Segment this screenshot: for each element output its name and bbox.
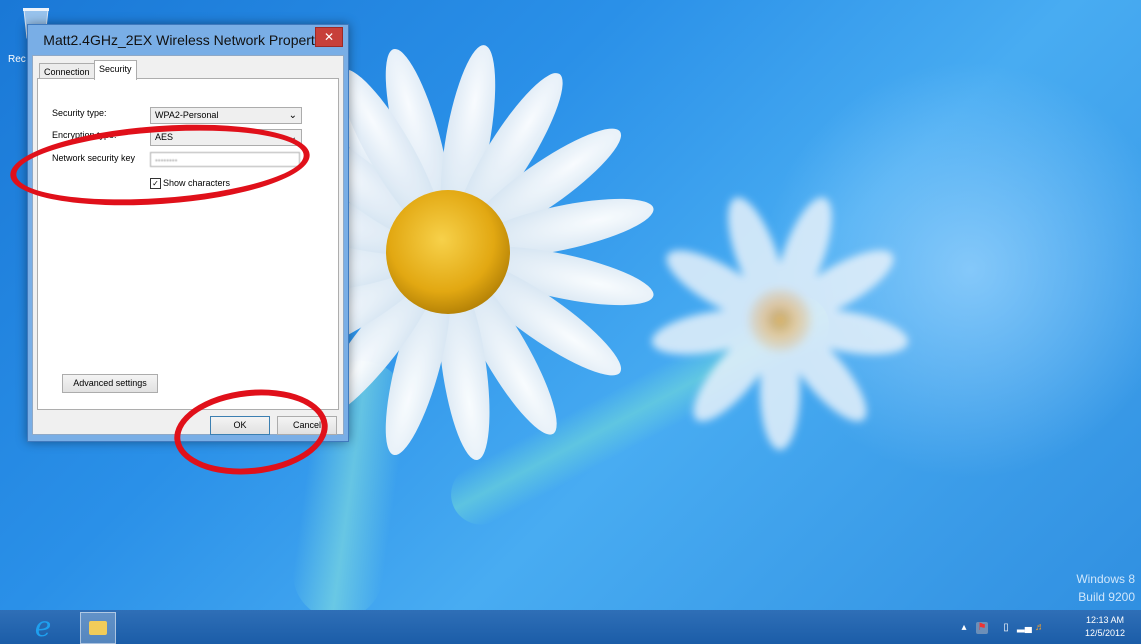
network-key-field[interactable]: •••••••• <box>150 152 300 167</box>
security-type-value: WPA2-Personal <box>155 110 219 120</box>
encryption-type-label: Encryption type: <box>52 130 117 140</box>
encryption-type-select[interactable]: AES ⌄ <box>150 129 302 146</box>
ok-button[interactable]: OK <box>210 416 270 435</box>
security-tab-panel: Security type: WPA2-Personal ⌄ Encryptio… <box>37 78 339 410</box>
volume-muted-icon[interactable]: ♬ <box>1034 622 1046 634</box>
watermark-line2: Build 9200 <box>1078 590 1135 604</box>
network-key-label: Network security key <box>52 153 136 163</box>
chevron-down-icon: ⌄ <box>288 110 297 121</box>
show-characters-checkbox[interactable]: ✓ Show characters <box>150 178 231 190</box>
wireless-properties-dialog: Matt2.4GHz_2EX Wireless Network Properti… <box>27 24 349 442</box>
close-button[interactable]: ✕ <box>315 27 343 47</box>
action-center-flag-icon[interactable]: ⚑ <box>976 622 988 634</box>
clock-time: 12:13 AM <box>1085 615 1124 625</box>
cancel-button[interactable]: Cancel <box>277 416 337 435</box>
internet-explorer-icon[interactable]: e <box>30 613 56 641</box>
show-hidden-icons-icon[interactable]: ▴ <box>958 622 970 634</box>
tab-security[interactable]: Security <box>94 60 137 80</box>
checkmark-icon[interactable]: ✓ <box>150 178 161 190</box>
watermark-line1: Windows 8 <box>1076 572 1135 586</box>
dialog-title: Matt2.4GHz_2EX Wireless Network Properti… <box>43 32 333 48</box>
taskbar: e ▴ ⚑ ▯ ▂▄ ♬ 12:13 AM 12/5/2012 <box>0 610 1141 644</box>
security-type-select[interactable]: WPA2-Personal ⌄ <box>150 107 302 124</box>
clock-date: 12/5/2012 <box>1084 628 1125 638</box>
chevron-down-icon: ⌄ <box>288 132 297 143</box>
file-explorer-icon[interactable] <box>80 612 116 644</box>
network-signal-icon[interactable]: ▂▄ <box>1017 622 1032 634</box>
show-characters-label: Show characters <box>163 178 231 188</box>
folder-icon <box>89 621 107 635</box>
encryption-type-value: AES <box>155 132 174 142</box>
dialog-body: Connection Security Security type: WPA2-… <box>32 55 344 435</box>
taskbar-clock[interactable]: 12:13 AM 12/5/2012 <box>1085 614 1125 640</box>
advanced-settings-button[interactable]: Advanced settings <box>62 374 158 393</box>
recycle-bin-label: Rec <box>8 54 26 65</box>
security-type-label: Security type: <box>52 108 107 118</box>
battery-icon[interactable]: ▯ <box>1000 622 1012 634</box>
windows-build-watermark: Windows 8 Build 9200 <box>1076 570 1135 606</box>
